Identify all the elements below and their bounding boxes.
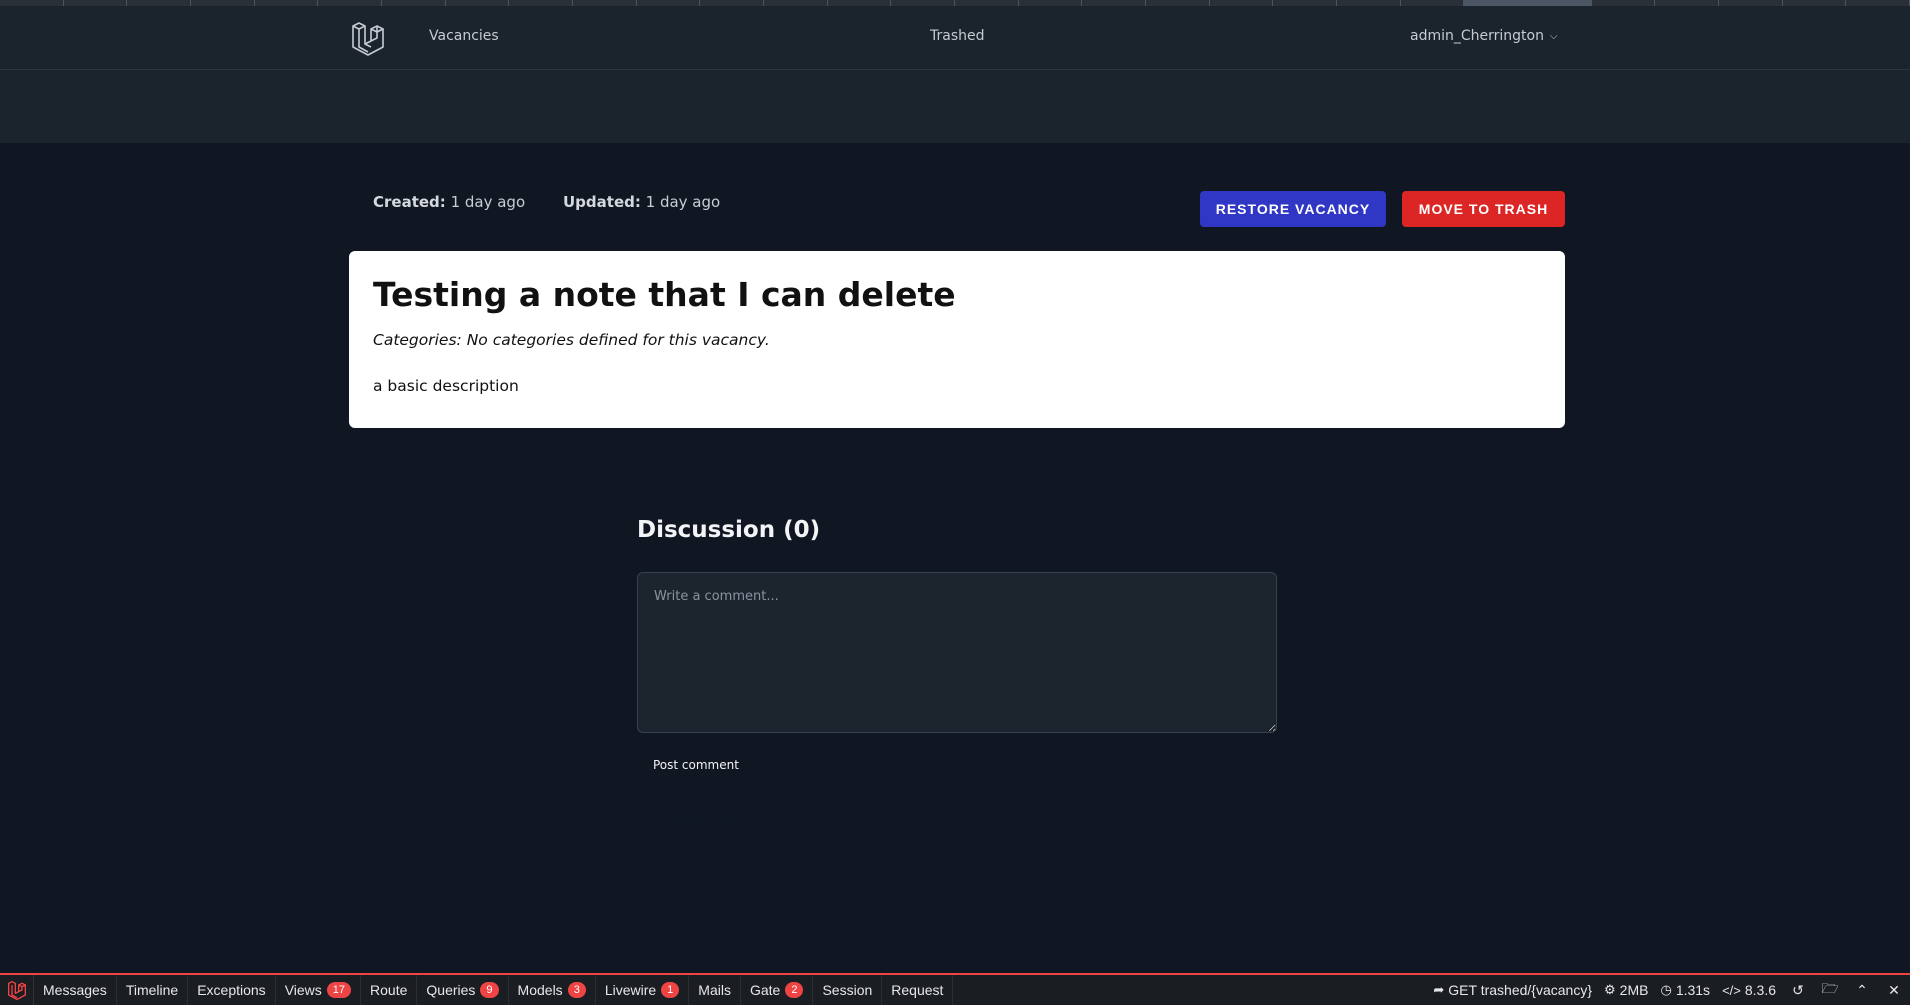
- debugbar-logo-icon[interactable]: [0, 975, 34, 1005]
- nav-link-vacancies[interactable]: Vacancies: [429, 28, 499, 44]
- debugbar-tab-messages[interactable]: Messages: [34, 975, 117, 1005]
- close-icon[interactable]: ✕: [1878, 975, 1910, 1005]
- debugbar-count-badge: 1: [661, 982, 680, 998]
- no-comments-text: No comments yet!: [637, 811, 777, 829]
- debugbar-tab-gate[interactable]: Gate 2: [741, 975, 814, 1005]
- user-menu[interactable]: admin_Cherrington ⌵: [1410, 28, 1558, 44]
- restore-vacancy-button[interactable]: RESTORE VACANCY: [1200, 191, 1386, 227]
- time-text: 1.31s: [1675, 982, 1711, 998]
- debugbar-tab-label: Views: [284, 982, 322, 998]
- top-navbar: Vacancies Trashed admin_Cherrington ⌵: [0, 6, 1910, 70]
- vacancy-card: Testing a note that I can delete Categor…: [349, 251, 1565, 428]
- debugbar-count-badge: 3: [567, 982, 586, 998]
- debugbar-tab-exceptions[interactable]: Exceptions: [188, 975, 276, 1005]
- debugbar-tab-label: Request: [891, 982, 944, 998]
- debugbar-memory[interactable]: ⚙ 2MB: [1598, 975, 1654, 1005]
- created-meta: Created: 1 day ago: [373, 193, 525, 211]
- debugbar-tab-label: Exceptions: [197, 982, 266, 998]
- debugbar-tab-label: Gate: [749, 982, 781, 998]
- vacancy-categories: Categories: No categories defined for th…: [373, 331, 770, 349]
- debugbar-tab-label: Queries: [426, 982, 476, 998]
- share-arrow-icon: ➦: [1433, 982, 1445, 997]
- debugbar-tab-label: Timeline: [125, 982, 179, 998]
- debugbar-tab-models[interactable]: Models 3: [509, 975, 596, 1005]
- folder-open-icon[interactable]: 🗁: [1814, 975, 1846, 1005]
- debugbar-route[interactable]: ➦ GET trashed/{vacancy}: [1427, 975, 1598, 1005]
- user-name: admin_Cherrington: [1410, 28, 1544, 44]
- created-label: Created:: [373, 193, 446, 211]
- debugbar-tab-livewire[interactable]: Livewire 1: [596, 975, 690, 1005]
- vacancy-description: a basic description: [373, 377, 519, 395]
- debugbar-php[interactable]: </> 8.3.6: [1716, 975, 1782, 1005]
- debugbar-tab-label: Messages: [43, 982, 107, 998]
- post-comment-button[interactable]: Post comment: [653, 758, 739, 772]
- history-icon[interactable]: ↺: [1782, 975, 1814, 1005]
- memory-text: 2MB: [1619, 982, 1649, 998]
- debugbar-tab-request[interactable]: Request: [882, 975, 954, 1005]
- debugbar-tab-session[interactable]: Session: [813, 975, 883, 1005]
- debugbar-status: ➦ GET trashed/{vacancy} ⚙ 2MB ◷ 1.31s </…: [1427, 975, 1910, 1005]
- php-version-text: 8.3.6: [1744, 982, 1776, 998]
- discussion-title: Discussion (0): [637, 517, 821, 543]
- cogs-icon: ⚙: [1604, 982, 1616, 997]
- laravel-logo-icon[interactable]: [350, 20, 386, 56]
- debugbar-tab-timeline[interactable]: Timeline: [117, 975, 189, 1005]
- code-icon: </>: [1722, 982, 1741, 998]
- chevron-up-icon[interactable]: ⌃: [1846, 975, 1878, 1005]
- updated-value: 1 day ago: [645, 193, 721, 211]
- debugbar-tab-queries[interactable]: Queries 9: [417, 975, 509, 1005]
- updated-meta: Updated: 1 day ago: [563, 193, 720, 211]
- nav-link-trashed[interactable]: Trashed: [930, 28, 985, 44]
- debugbar-count-badge: 17: [326, 982, 352, 998]
- clock-icon: ◷: [1660, 982, 1672, 997]
- debugbar-tab-label: Route: [370, 982, 408, 998]
- chevron-down-icon: ⌵: [1549, 30, 1558, 42]
- created-value: 1 day ago: [450, 193, 526, 211]
- debugbar-tab-label: Mails: [698, 982, 731, 998]
- page-header: [0, 70, 1910, 143]
- debugbar-count-badge: 2: [785, 982, 804, 998]
- debug-bar: Messages Timeline Exceptions Views 17 Route Qu…: [0, 973, 1910, 1005]
- debugbar-tab-label: Livewire: [604, 982, 657, 998]
- debugbar-tabs: Messages Timeline Exceptions Views 17 Route Qu…: [34, 975, 954, 1005]
- debugbar-tab-route[interactable]: Route: [361, 975, 418, 1005]
- debugbar-tab-mails[interactable]: Mails: [689, 975, 741, 1005]
- debugbar-time[interactable]: ◷ 1.31s: [1654, 975, 1716, 1005]
- route-text: GET trashed/{vacancy}: [1448, 982, 1593, 998]
- updated-label: Updated:: [563, 193, 641, 211]
- move-to-trash-button[interactable]: MOVE TO TRASH: [1402, 191, 1565, 227]
- debugbar-tab-label: Session: [822, 982, 873, 998]
- debugbar-tab-label: Models: [517, 982, 563, 998]
- comment-input[interactable]: [637, 572, 1277, 733]
- debugbar-tab-views[interactable]: Views 17: [276, 975, 362, 1005]
- debugbar-count-badge: 9: [480, 982, 499, 998]
- vacancy-title: Testing a note that I can delete: [373, 275, 956, 314]
